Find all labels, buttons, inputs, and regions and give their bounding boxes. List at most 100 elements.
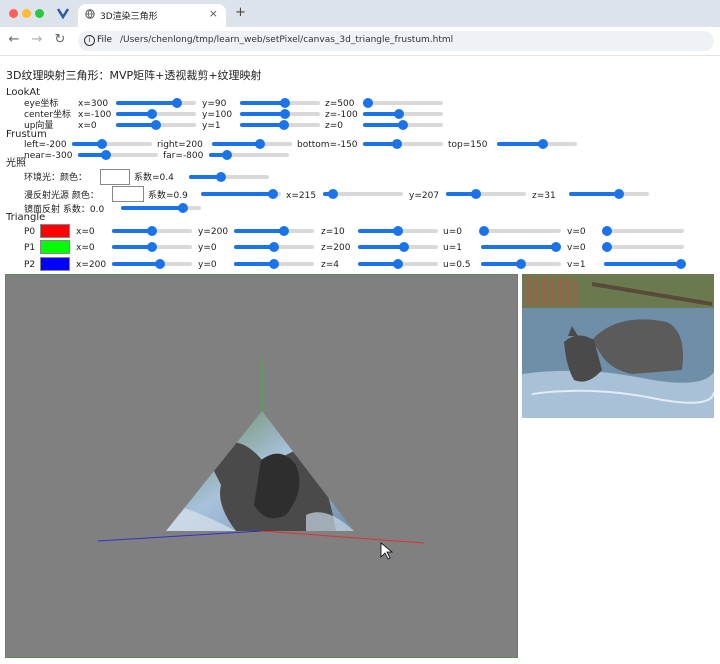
diffuse-x-slider[interactable] [323, 189, 403, 199]
point-1-v-label: v=0 [567, 243, 586, 253]
point-0-v-slider[interactable] [602, 226, 684, 236]
point-0-z-slider[interactable] [358, 226, 438, 236]
slider-thumb[interactable] [269, 259, 279, 269]
lookat-header: LookAt [6, 87, 41, 98]
slider-thumb[interactable] [279, 120, 289, 130]
point-2-color-picker[interactable] [40, 257, 70, 271]
center-x-slider[interactable] [116, 109, 196, 119]
slider-thumb[interactable] [392, 139, 403, 149]
up-x-slider[interactable] [116, 120, 196, 130]
address-bar[interactable]: i File /Users/chenlong/tmp/learn_web/set… [78, 31, 714, 51]
diffuse-color-picker[interactable] [112, 186, 144, 202]
diffuse-z-slider[interactable] [569, 189, 649, 199]
ambient-color-picker[interactable] [100, 169, 130, 185]
slider-thumb[interactable] [96, 139, 107, 149]
point-0-x-slider[interactable] [112, 226, 192, 236]
eye-y-slider[interactable] [240, 98, 320, 108]
point-1-z-slider[interactable] [358, 242, 438, 252]
slider-fill [604, 262, 681, 266]
diffuse-coef-slider[interactable] [201, 189, 281, 199]
slider-thumb[interactable] [394, 109, 404, 119]
slider-thumb[interactable] [101, 150, 111, 160]
close-window-button[interactable] [9, 9, 18, 18]
eye-y-label: y=90 [202, 99, 227, 109]
center-y-slider[interactable] [240, 109, 320, 119]
slider-thumb[interactable] [471, 189, 482, 199]
point-2-y-slider[interactable] [234, 259, 314, 269]
slider-thumb[interactable] [393, 259, 403, 269]
close-tab-icon[interactable]: × [209, 7, 218, 20]
up-z-slider[interactable] [363, 120, 443, 130]
point-0-u-slider[interactable] [479, 226, 561, 236]
slider-thumb[interactable] [255, 139, 265, 149]
render-canvas[interactable] [5, 274, 518, 658]
slider-thumb[interactable] [602, 242, 613, 252]
point-0-color-picker[interactable] [40, 224, 70, 238]
forward-arrow-icon[interactable]: → [30, 32, 44, 47]
slider-thumb[interactable] [147, 109, 157, 119]
slider-thumb[interactable] [279, 226, 290, 236]
slider-thumb[interactable] [279, 98, 290, 108]
point-0-y-slider[interactable] [234, 226, 314, 236]
point-1-color-picker[interactable] [40, 240, 70, 254]
slider-thumb[interactable] [393, 226, 403, 236]
ambient-coef-slider[interactable] [189, 172, 269, 182]
url-text[interactable]: /Users/chenlong/tmp/learn_web/setPixel/c… [120, 35, 453, 45]
frustum-near-slider[interactable] [78, 150, 158, 160]
point-2-x-slider[interactable] [112, 259, 192, 269]
slider-thumb[interactable] [398, 242, 409, 252]
slider-thumb[interactable] [177, 203, 188, 213]
diffuse-y-slider[interactable] [446, 189, 526, 199]
slider-thumb[interactable] [398, 120, 408, 130]
reload-icon[interactable]: ↻ [53, 32, 67, 47]
slider-thumb[interactable] [147, 226, 157, 236]
slider-thumb[interactable] [328, 189, 339, 199]
tab-search-icon[interactable] [56, 6, 70, 20]
up-y-slider[interactable] [240, 120, 320, 130]
slider-thumb[interactable] [216, 172, 226, 182]
slider-thumb[interactable] [675, 259, 686, 269]
slider-fill [116, 123, 156, 127]
eye-x-slider[interactable] [116, 98, 196, 108]
point-1-y-slider[interactable] [234, 242, 314, 252]
info-icon[interactable]: i [84, 35, 95, 46]
zoom-window-button[interactable] [35, 9, 44, 18]
slider-thumb[interactable] [516, 259, 526, 269]
point-2-v-slider[interactable] [604, 259, 686, 269]
slider-thumb[interactable] [221, 150, 232, 160]
file-scheme-label: File [97, 35, 113, 45]
frustum-bottom-slider[interactable] [363, 139, 443, 149]
new-tab-button[interactable]: + [235, 5, 246, 20]
back-arrow-icon[interactable]: ← [7, 32, 21, 47]
browser-tab[interactable]: 3D渲染三角形 × [78, 4, 226, 27]
slider-thumb[interactable] [279, 109, 290, 119]
frustum-top-slider[interactable] [497, 139, 577, 149]
up-x-label: x=0 [78, 121, 97, 131]
slider-thumb[interactable] [614, 189, 625, 199]
point-1-u-slider[interactable] [481, 242, 562, 252]
slider-thumb[interactable] [155, 259, 165, 269]
specular-slider[interactable] [121, 203, 201, 213]
point-2-u-slider[interactable] [481, 259, 561, 269]
minimize-window-button[interactable] [22, 9, 31, 18]
slider-thumb[interactable] [602, 226, 613, 236]
slider-thumb[interactable] [362, 98, 373, 108]
slider-thumb[interactable] [551, 242, 562, 252]
slider-thumb[interactable] [479, 226, 490, 236]
slider-thumb[interactable] [537, 139, 548, 149]
center-z-slider[interactable] [363, 109, 443, 119]
point-1-x-slider[interactable] [112, 242, 192, 252]
slider-thumb[interactable] [268, 189, 278, 199]
slider-thumb[interactable] [171, 98, 182, 108]
slider-thumb[interactable] [151, 120, 161, 130]
page-title: 3D纹理映射三角形：MVP矩阵+透视裁剪+纹理映射 [6, 69, 262, 82]
frustum-far-slider[interactable] [209, 150, 289, 160]
point-1-v-slider[interactable] [602, 242, 684, 252]
slider-thumb[interactable] [147, 242, 157, 252]
frustum-left-slider[interactable] [72, 139, 152, 149]
point-2-z-slider[interactable] [358, 259, 438, 269]
eye-z-slider[interactable] [362, 98, 443, 108]
slider-thumb[interactable] [269, 242, 279, 252]
frustum-right-slider[interactable] [212, 139, 292, 149]
slider-fill [240, 112, 285, 116]
